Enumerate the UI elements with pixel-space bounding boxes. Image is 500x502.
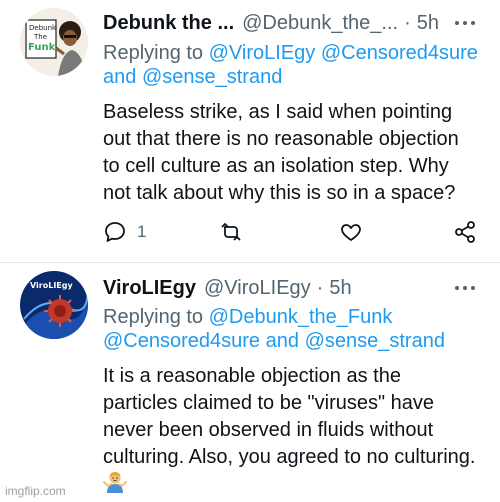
tweet-header: Debunk the ... @Debunk_the_... · 5h (103, 8, 486, 38)
tweet-header: ViroLIEgy @ViroLIEgy · 5h (103, 273, 486, 303)
separator-dot: · (404, 11, 411, 34)
more-icon[interactable] (450, 273, 480, 303)
replying-to-label: Replying to (103, 306, 204, 328)
avatar-text-line3: Funk (28, 42, 56, 53)
retweet-icon (221, 223, 241, 241)
like-button[interactable] (339, 219, 363, 245)
tweet-text-line: Baseless strike, as I said when pointing (103, 101, 453, 123)
avatar-debunk-the-funk[interactable]: Debunk The Funk (20, 8, 88, 76)
tweet-viroliegy[interactable]: ViroLIEgy ViroLIEgy @ViroLIEgy · 5h Repl… (0, 263, 500, 502)
tweet-text-line: particles claimed to be "viruses" have (103, 392, 435, 414)
avatar-text-line2: The (33, 33, 47, 41)
avatar-viroliegy[interactable]: ViroLIEgy (20, 271, 88, 339)
tweet-text: It is a reasonable objection as the part… (103, 363, 490, 471)
reply-button[interactable]: 1 (103, 219, 146, 245)
replying-to-label: Replying to (103, 42, 204, 64)
reply-icon (105, 222, 125, 242)
avatar-text-line1: Debunk (29, 24, 57, 32)
replying-to: Replying to @Debunk_the_Funk @Censored4s… (103, 305, 486, 353)
reply-count: 1 (137, 222, 147, 241)
mention-link[interactable]: @sense_strand (305, 330, 445, 352)
tweet-text-line: It is a reasonable objection as the (103, 365, 401, 387)
mention-link[interactable]: @Debunk_the_Funk (209, 306, 393, 328)
tweet-text-line: to cell culture as an isolation step. Wh… (103, 155, 449, 177)
retweet-button[interactable] (219, 219, 243, 245)
mention-link[interactable]: @Censored4sure (321, 42, 478, 64)
avatar-logo-text: ViroLIEgy (30, 281, 74, 290)
timestamp[interactable]: 5h (329, 277, 351, 300)
watermark: imgflip.com (5, 484, 66, 498)
user-handle[interactable]: @Debunk_the_... (242, 12, 398, 35)
like-icon (341, 224, 361, 241)
mention-and: and (103, 66, 137, 88)
mention-link[interactable]: @sense_strand (142, 66, 282, 88)
timestamp[interactable]: 5h (417, 12, 439, 35)
mention-and: and (265, 330, 299, 352)
separator-dot: · (316, 276, 324, 299)
share-button[interactable] (453, 219, 477, 245)
action-bar: 1 (103, 219, 483, 245)
tweet-text-line: out that there is no reasonable objectio… (103, 128, 459, 150)
person-shrugging-emoji (103, 472, 127, 493)
tweet-text-line: culturing. Also, you agreed to no cultur… (103, 446, 476, 468)
display-name[interactable]: ViroLIEgy (103, 277, 196, 300)
display-name[interactable]: Debunk the ... (103, 12, 234, 35)
user-handle[interactable]: @ViroLIEgy (204, 277, 311, 300)
tweet-debunk-the-funk[interactable]: Debunk The Funk Debunk the ... @Debunk_t… (0, 0, 500, 262)
tweet-text-line: not talk about why this is so in a space… (103, 182, 456, 204)
mention-link[interactable]: @ViroLIEgy (209, 42, 316, 64)
replying-to: Replying to @ViroLIEgy @Censored4sure an… (103, 41, 486, 89)
share-icon (455, 221, 475, 243)
tweet-text: Baseless strike, as I said when pointing… (103, 99, 490, 207)
mention-link[interactable]: @Censored4sure (103, 330, 260, 352)
more-icon[interactable] (450, 8, 480, 38)
tweet-text-line: never been observed in fluids without (103, 419, 434, 441)
